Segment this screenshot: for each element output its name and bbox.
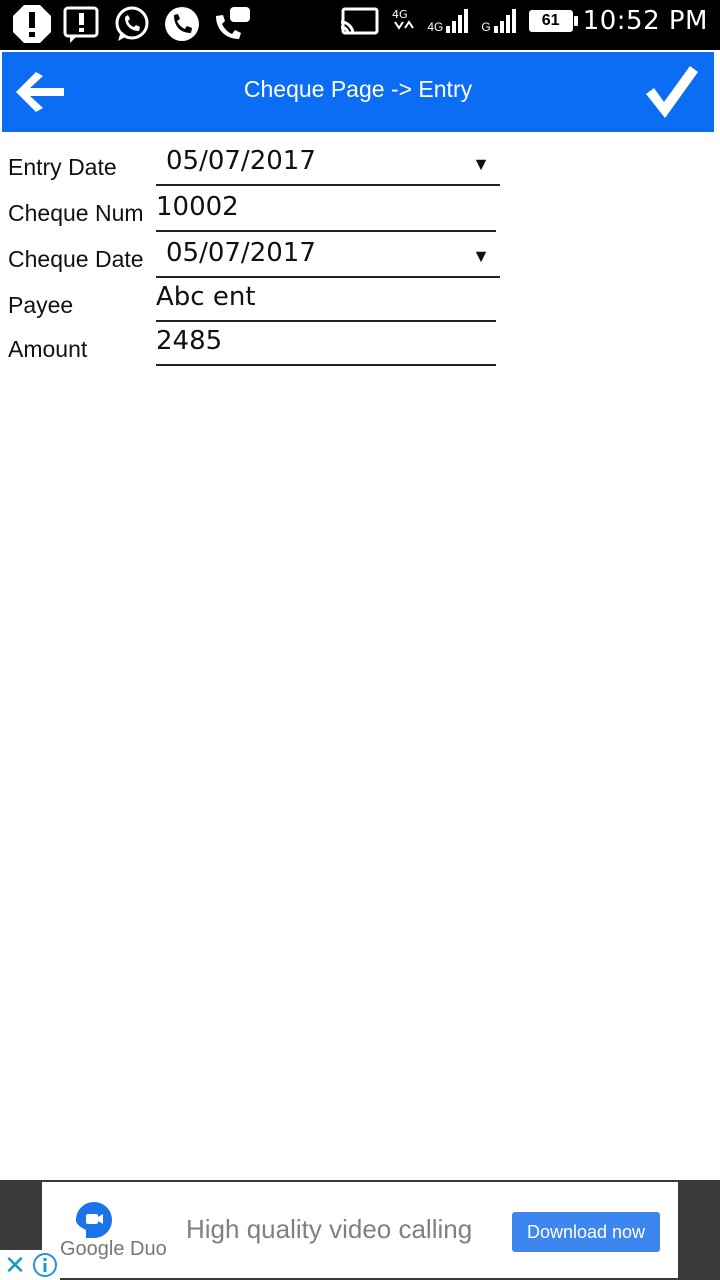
ad-banner: Google Duo High quality video calling Do… (0, 1180, 720, 1280)
notification-icons (12, 4, 252, 44)
status-bar: 4G 4G G 61 10:52 PM (0, 0, 720, 50)
chat-phone-icon (216, 7, 250, 39)
ad-card[interactable]: Google Duo High quality video calling Do… (42, 1182, 678, 1278)
volte-icon: 4G (392, 8, 415, 30)
page-title: Cheque Page -> Entry (243, 76, 473, 102)
entry-date-value: 05/07/2017 (166, 146, 316, 176)
signal-icon (493, 9, 516, 33)
ad-close-button[interactable]: ✕ (0, 1250, 30, 1280)
cast-icon (341, 7, 379, 35)
signal-icon (446, 9, 469, 33)
app-bar: Cheque Page -> Entry (2, 52, 714, 132)
alert-octagon-icon (13, 5, 51, 43)
save-button[interactable] (644, 64, 700, 120)
payee-input[interactable]: Abc ent (156, 276, 496, 322)
cheque-date-row: Cheque Date 05/07/2017 ▼ (0, 232, 720, 278)
whatsapp-icon (115, 6, 149, 41)
cheque-num-input[interactable]: 10002 (156, 186, 496, 232)
entry-date-dropdown[interactable]: 05/07/2017 ▼ (156, 140, 500, 186)
signal-4g: 4G (427, 8, 471, 34)
check-icon (646, 66, 698, 118)
cheque-date-dropdown[interactable]: 05/07/2017 ▼ (156, 232, 500, 278)
amount-row: Amount 2485 (0, 320, 720, 366)
amount-value: 2485 (156, 326, 223, 356)
entry-date-row: Entry Date 05/07/2017 ▼ (0, 140, 720, 186)
payee-value: Abc ent (156, 282, 256, 312)
alert-box-icon (63, 6, 99, 43)
cheque-date-value: 05/07/2017 (166, 238, 316, 268)
battery-icon: 61 (528, 10, 578, 32)
svg-text:4G: 4G (392, 8, 408, 21)
system-icons: 4G 4G G 61 10:52 PM (339, 6, 708, 36)
payee-label: Payee (8, 292, 74, 318)
ad-info-icon[interactable] (30, 1250, 60, 1280)
amount-input[interactable]: 2485 (156, 320, 496, 366)
ad-brand: Google Duo (60, 1238, 167, 1260)
cheque-num-label: Cheque Num (8, 200, 144, 226)
amount-label: Amount (8, 336, 88, 362)
phone-icon (165, 7, 199, 41)
ad-headline: High quality video calling (186, 1214, 473, 1244)
payee-row: Payee Abc ent (0, 276, 720, 322)
network-type-label: G (481, 20, 491, 34)
signal-g: G (481, 8, 518, 34)
network-type-label: 4G (427, 20, 444, 34)
dropdown-caret-icon: ▼ (472, 246, 490, 266)
entry-date-label: Entry Date (8, 154, 117, 180)
cheque-num-value: 10002 (156, 192, 239, 222)
cheque-num-row: Cheque Num 10002 (0, 186, 720, 232)
download-now-button[interactable]: Download now (512, 1212, 660, 1252)
dropdown-caret-icon: ▼ (472, 154, 490, 174)
clock: 10:52 PM (582, 6, 708, 36)
cheque-date-label: Cheque Date (8, 246, 144, 272)
